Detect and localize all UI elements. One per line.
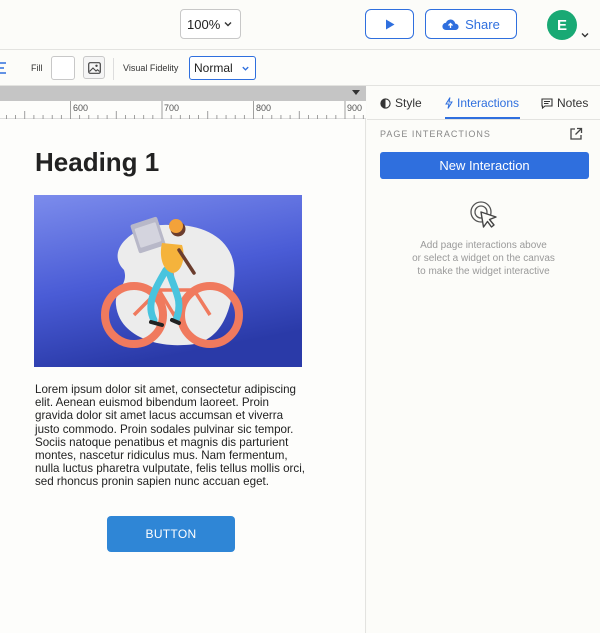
tab-style[interactable]: Style <box>380 96 422 110</box>
avatar-initial: E <box>556 16 567 34</box>
hint-line: to make the widget interactive <box>417 266 550 277</box>
page-heading[interactable]: Heading 1 <box>35 147 159 178</box>
chevron-down-icon[interactable] <box>580 30 590 40</box>
visual-fidelity-select[interactable]: Normal <box>189 56 256 80</box>
body-paragraph[interactable]: Lorem ipsum dolor sit amet, consectetur … <box>35 383 310 489</box>
ruler-label: 700 <box>164 103 180 113</box>
hint-line: or select a widget on the canvas <box>412 253 555 264</box>
section-title: PAGE INTERACTIONS <box>380 129 491 139</box>
format-toolbar: Fill Visual Fidelity Normal <box>0 50 600 86</box>
preview-button[interactable] <box>365 9 414 39</box>
tab-interactions[interactable]: Interactions <box>445 96 519 110</box>
image-icon <box>87 61 101 74</box>
share-button[interactable]: Share <box>425 9 517 39</box>
notes-icon <box>541 97 553 109</box>
canvas-area[interactable]: 600 700 800 900 Heading 1 Lorem ipsum do… <box>0 86 366 633</box>
align-icon[interactable] <box>0 62 6 74</box>
chevron-down-icon <box>242 66 249 71</box>
canvas-button[interactable]: BUTTON <box>107 516 235 552</box>
play-icon <box>385 19 394 29</box>
top-bar: 100% Share E <box>0 0 600 50</box>
fill-color-swatch[interactable] <box>51 56 75 80</box>
interaction-hint: Add page interactions above or select a … <box>367 239 600 278</box>
ruler-label: 800 <box>256 103 272 113</box>
tab-notes[interactable]: Notes <box>541 96 588 110</box>
chevron-down-icon <box>224 22 232 27</box>
visual-fidelity-value: Normal <box>194 61 233 75</box>
zoom-select[interactable]: 100% <box>180 9 241 39</box>
cyclist-illustration[interactable] <box>34 195 302 367</box>
style-icon <box>380 97 391 109</box>
visual-fidelity-label: Visual Fidelity <box>123 63 179 73</box>
share-label: Share <box>465 16 500 32</box>
tab-label: Interactions <box>457 96 520 110</box>
ruler-header <box>0 86 366 101</box>
tab-label: Style <box>395 96 422 110</box>
active-tab-indicator <box>445 117 520 119</box>
lightning-icon <box>445 97 453 109</box>
panel-tabs: Style Interactions Notes <box>367 86 600 120</box>
fill-label: Fill <box>31 63 43 73</box>
ruler-dropdown-icon[interactable] <box>352 90 360 95</box>
new-interaction-button[interactable]: New Interaction <box>380 152 589 179</box>
zoom-value: 100% <box>187 16 221 32</box>
horizontal-ruler: 600 700 800 900 <box>0 101 366 119</box>
toolbar-divider <box>113 58 114 80</box>
ruler-label: 900 <box>347 103 363 113</box>
popout-icon[interactable] <box>569 127 583 141</box>
right-panel: Style Interactions Notes PAGE INTERACTIO… <box>367 86 600 633</box>
ruler-ticks <box>6 101 364 119</box>
cursor-click-icon <box>470 201 497 228</box>
ruler-label: 600 <box>73 103 89 113</box>
fill-image-button[interactable] <box>83 56 105 79</box>
cloud-upload-icon <box>442 19 459 30</box>
avatar[interactable]: E <box>547 10 577 40</box>
tab-label: Notes <box>557 96 589 110</box>
hint-line: Add page interactions above <box>420 240 547 251</box>
